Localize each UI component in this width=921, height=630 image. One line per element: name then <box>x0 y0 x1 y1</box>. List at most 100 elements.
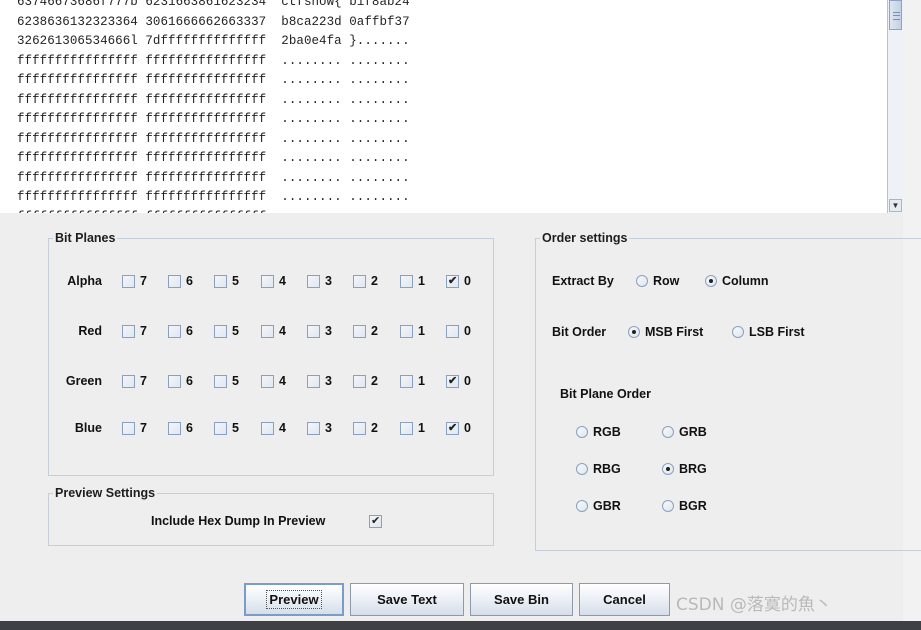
checkbox-indicator <box>353 274 366 288</box>
scroll-down-arrow-icon[interactable]: ▼ <box>889 199 902 212</box>
radio-label: GRB <box>679 425 707 439</box>
alpha-bit-1-checkbox[interactable]: 1 <box>400 274 425 288</box>
preview-scrollbar[interactable]: ▼ <box>887 0 903 213</box>
green-bit-1-checkbox[interactable]: 1 <box>400 374 425 388</box>
alpha-bit-6-checkbox[interactable]: 6 <box>168 274 193 288</box>
red-bit-2-checkbox[interactable]: 2 <box>353 324 378 338</box>
bit-label: 2 <box>371 274 378 288</box>
hex-line: ffffffffffffffff ffffffffffffffff ......… <box>17 53 410 68</box>
bit-label: 0 <box>464 421 471 435</box>
green-bit-6-checkbox[interactable]: 6 <box>168 374 193 388</box>
green-bit-2-checkbox[interactable]: 2 <box>353 374 378 388</box>
green-bit-4-checkbox[interactable]: 4 <box>261 374 286 388</box>
checkbox-indicator <box>214 274 227 288</box>
radio-indicator <box>732 326 744 338</box>
blue-bit-1-checkbox[interactable]: 1 <box>400 421 425 435</box>
bit-label: 3 <box>325 374 332 388</box>
bit-label: 1 <box>418 324 425 338</box>
include-hex-dump-checkbox[interactable] <box>369 514 382 528</box>
checkbox-indicator <box>400 374 413 388</box>
save-bin-button[interactable]: Save Bin <box>470 583 573 616</box>
red-bit-4-checkbox[interactable]: 4 <box>261 324 286 338</box>
bit-planes-group: Bit Planes <box>48 231 494 476</box>
radio-indicator <box>636 275 648 287</box>
checkbox-indicator <box>168 324 181 338</box>
bit-label: 3 <box>325 274 332 288</box>
red-bit-1-checkbox[interactable]: 1 <box>400 324 425 338</box>
checkbox-indicator <box>400 274 413 288</box>
plane-order-brg-radio[interactable]: BRG <box>662 462 707 476</box>
bit-label: 0 <box>464 274 471 288</box>
hex-line: 326261306534666l 7dffffffffffffff 2ba0e4… <box>17 34 410 48</box>
red-bit-3-checkbox[interactable]: 3 <box>307 324 332 338</box>
checkbox-indicator <box>400 324 413 338</box>
red-bit-6-checkbox[interactable]: 6 <box>168 324 193 338</box>
bit-label: 7 <box>140 421 147 435</box>
bit-plane-row-label-alpha: Alpha <box>67 274 102 288</box>
hex-preview-area[interactable]: 63746673686f777b 6231663861623234 ctfsho… <box>0 0 887 213</box>
plane-order-grb-radio[interactable]: GRB <box>662 425 707 439</box>
hex-line: ffffffffffffffff ffffffffffffffff ......… <box>17 73 410 87</box>
checkbox-indicator <box>122 421 135 435</box>
bit-label: 4 <box>279 274 286 288</box>
bit-label: 1 <box>418 374 425 388</box>
radio-label: Column <box>722 274 769 288</box>
preview-button[interactable]: Preview <box>244 583 344 616</box>
alpha-bit-5-checkbox[interactable]: 5 <box>214 274 239 288</box>
green-bit-0-checkbox[interactable]: 0 <box>446 374 471 388</box>
extract-by-row-radio[interactable]: Row <box>636 274 679 288</box>
alpha-bit-3-checkbox[interactable]: 3 <box>307 274 332 288</box>
scrollbar-thumb[interactable] <box>889 0 902 30</box>
red-bit-7-checkbox[interactable]: 7 <box>122 324 147 338</box>
radio-label: GBR <box>593 499 621 513</box>
blue-bit-4-checkbox[interactable]: 4 <box>261 421 286 435</box>
bit-planes-title: Bit Planes <box>55 231 116 245</box>
red-bit-0-checkbox[interactable]: 0 <box>446 324 471 338</box>
red-bit-5-checkbox[interactable]: 5 <box>214 324 239 338</box>
radio-label: LSB First <box>749 325 805 339</box>
checkbox-indicator <box>353 421 366 435</box>
bit-label: 5 <box>232 374 239 388</box>
checkbox-indicator <box>307 274 320 288</box>
blue-bit-6-checkbox[interactable]: 6 <box>168 421 193 435</box>
checkbox-indicator <box>168 274 181 288</box>
cancel-button[interactable]: Cancel <box>579 583 670 616</box>
lsb-first-radio[interactable]: LSB First <box>732 325 805 339</box>
plane-order-rgb-radio[interactable]: RGB <box>576 425 621 439</box>
blue-bit-0-checkbox[interactable]: 0 <box>446 421 471 435</box>
alpha-bit-0-checkbox[interactable]: 0 <box>446 274 471 288</box>
blue-bit-3-checkbox[interactable]: 3 <box>307 421 332 435</box>
plane-order-gbr-radio[interactable]: GBR <box>576 499 621 513</box>
save-text-button[interactable]: Save Text <box>350 583 464 616</box>
bit-label: 0 <box>464 374 471 388</box>
bit-label: 6 <box>186 274 193 288</box>
alpha-bit-2-checkbox[interactable]: 2 <box>353 274 378 288</box>
blue-bit-2-checkbox[interactable]: 2 <box>353 421 378 435</box>
green-bit-5-checkbox[interactable]: 5 <box>214 374 239 388</box>
checkbox-indicator <box>122 324 135 338</box>
bit-plane-order-label: Bit Plane Order <box>560 387 651 401</box>
bit-label: 5 <box>232 421 239 435</box>
green-bit-7-checkbox[interactable]: 7 <box>122 374 147 388</box>
hex-line: 63746673686f777b 6231663861623234 ctfsho… <box>17 0 410 9</box>
radio-label: BRG <box>679 462 707 476</box>
bit-label: 2 <box>371 374 378 388</box>
green-bit-3-checkbox[interactable]: 3 <box>307 374 332 388</box>
plane-order-bgr-radio[interactable]: BGR <box>662 499 707 513</box>
checkbox-indicator <box>353 324 366 338</box>
bit-label: 2 <box>371 324 378 338</box>
radio-label: Row <box>653 274 680 288</box>
hex-line: ffffffffffffffff ffffffffffffffff <box>17 208 410 214</box>
checkbox-indicator <box>261 274 274 288</box>
taskbar-strip <box>0 621 921 630</box>
extract-by-column-radio[interactable]: Column <box>705 274 769 288</box>
blue-bit-5-checkbox[interactable]: 5 <box>214 421 239 435</box>
alpha-bit-7-checkbox[interactable]: 7 <box>122 274 147 288</box>
plane-order-rbg-radio[interactable]: RBG <box>576 462 621 476</box>
alpha-bit-4-checkbox[interactable]: 4 <box>261 274 286 288</box>
checkbox-indicator <box>446 324 459 338</box>
bit-label: 4 <box>279 421 286 435</box>
checkbox-indicator <box>261 324 274 338</box>
msb-first-radio[interactable]: MSB First <box>628 325 703 339</box>
blue-bit-7-checkbox[interactable]: 7 <box>122 421 147 435</box>
